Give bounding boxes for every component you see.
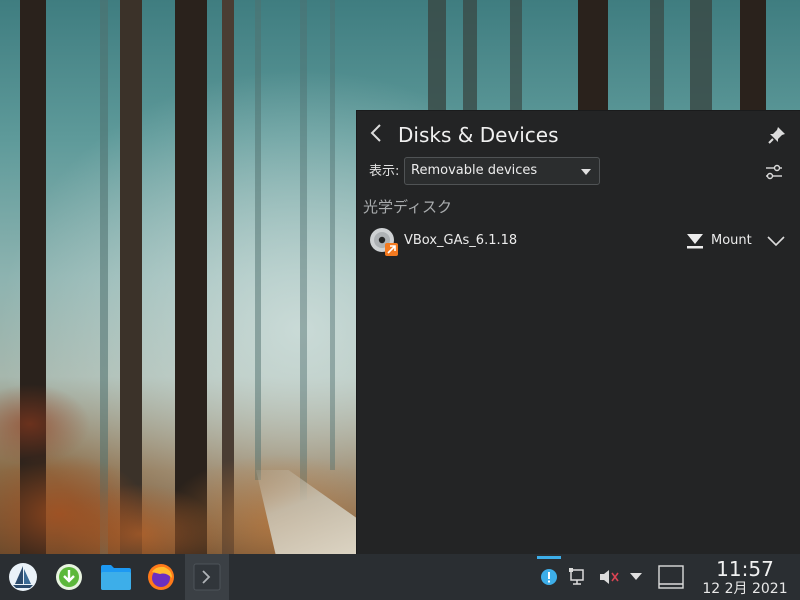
tree-trunk	[740, 0, 766, 110]
file-manager[interactable]	[94, 554, 138, 600]
chevron-down-icon[interactable]	[765, 231, 787, 251]
terminal-icon	[193, 563, 221, 591]
device-name: VBox_GAs_6.1.18	[404, 233, 518, 248]
optical-disc-icon	[369, 227, 399, 257]
settings-sliders-icon[interactable]	[763, 161, 785, 183]
tree-trunk	[650, 0, 664, 110]
device-row[interactable]: VBox_GAs_6.1.18 Mount	[363, 225, 795, 257]
mount-icon	[687, 234, 703, 249]
firefox[interactable]	[140, 554, 182, 600]
filter-label: 表示:	[369, 164, 400, 179]
konsole[interactable]	[185, 554, 229, 600]
notification-icon[interactable]	[538, 554, 560, 600]
volume-muted-icon[interactable]	[596, 554, 622, 600]
network-icon[interactable]	[566, 554, 590, 600]
show-desktop-button[interactable]	[656, 554, 686, 600]
software-center[interactable]	[48, 554, 90, 600]
firefox-icon	[148, 564, 174, 590]
tree-trunk	[690, 0, 712, 110]
filter-selected-value: Removable devices	[411, 163, 538, 178]
tree-trunk	[578, 0, 608, 110]
mount-label: Mount	[711, 233, 752, 248]
folder-icon	[101, 565, 131, 590]
device-filter-dropdown[interactable]: Removable devices	[404, 157, 600, 185]
tree-trunk	[463, 0, 477, 110]
chevron-down-icon	[581, 169, 591, 175]
tree-trunk	[510, 0, 522, 110]
clock-time[interactable]: 11:57	[700, 556, 790, 582]
clock-date[interactable]: 12 2月 2021	[690, 580, 800, 598]
section-header-optical: 光学ディスク	[363, 198, 452, 216]
disks-devices-popup: Disks & Devices 表示: Removable devices 光学…	[356, 110, 800, 555]
tree-trunk	[428, 0, 446, 110]
sailboat-icon	[9, 563, 37, 591]
back-arrow-icon[interactable]	[369, 123, 389, 145]
pin-icon[interactable]	[767, 125, 787, 145]
show-desktop-icon	[658, 565, 684, 589]
popup-title: Disks & Devices	[398, 123, 559, 147]
application-launcher[interactable]	[0, 554, 46, 600]
expand-tray-icon[interactable]	[626, 554, 646, 600]
download-arrow-icon	[56, 564, 82, 590]
taskbar: 11:57 12 2月 2021	[0, 554, 800, 600]
